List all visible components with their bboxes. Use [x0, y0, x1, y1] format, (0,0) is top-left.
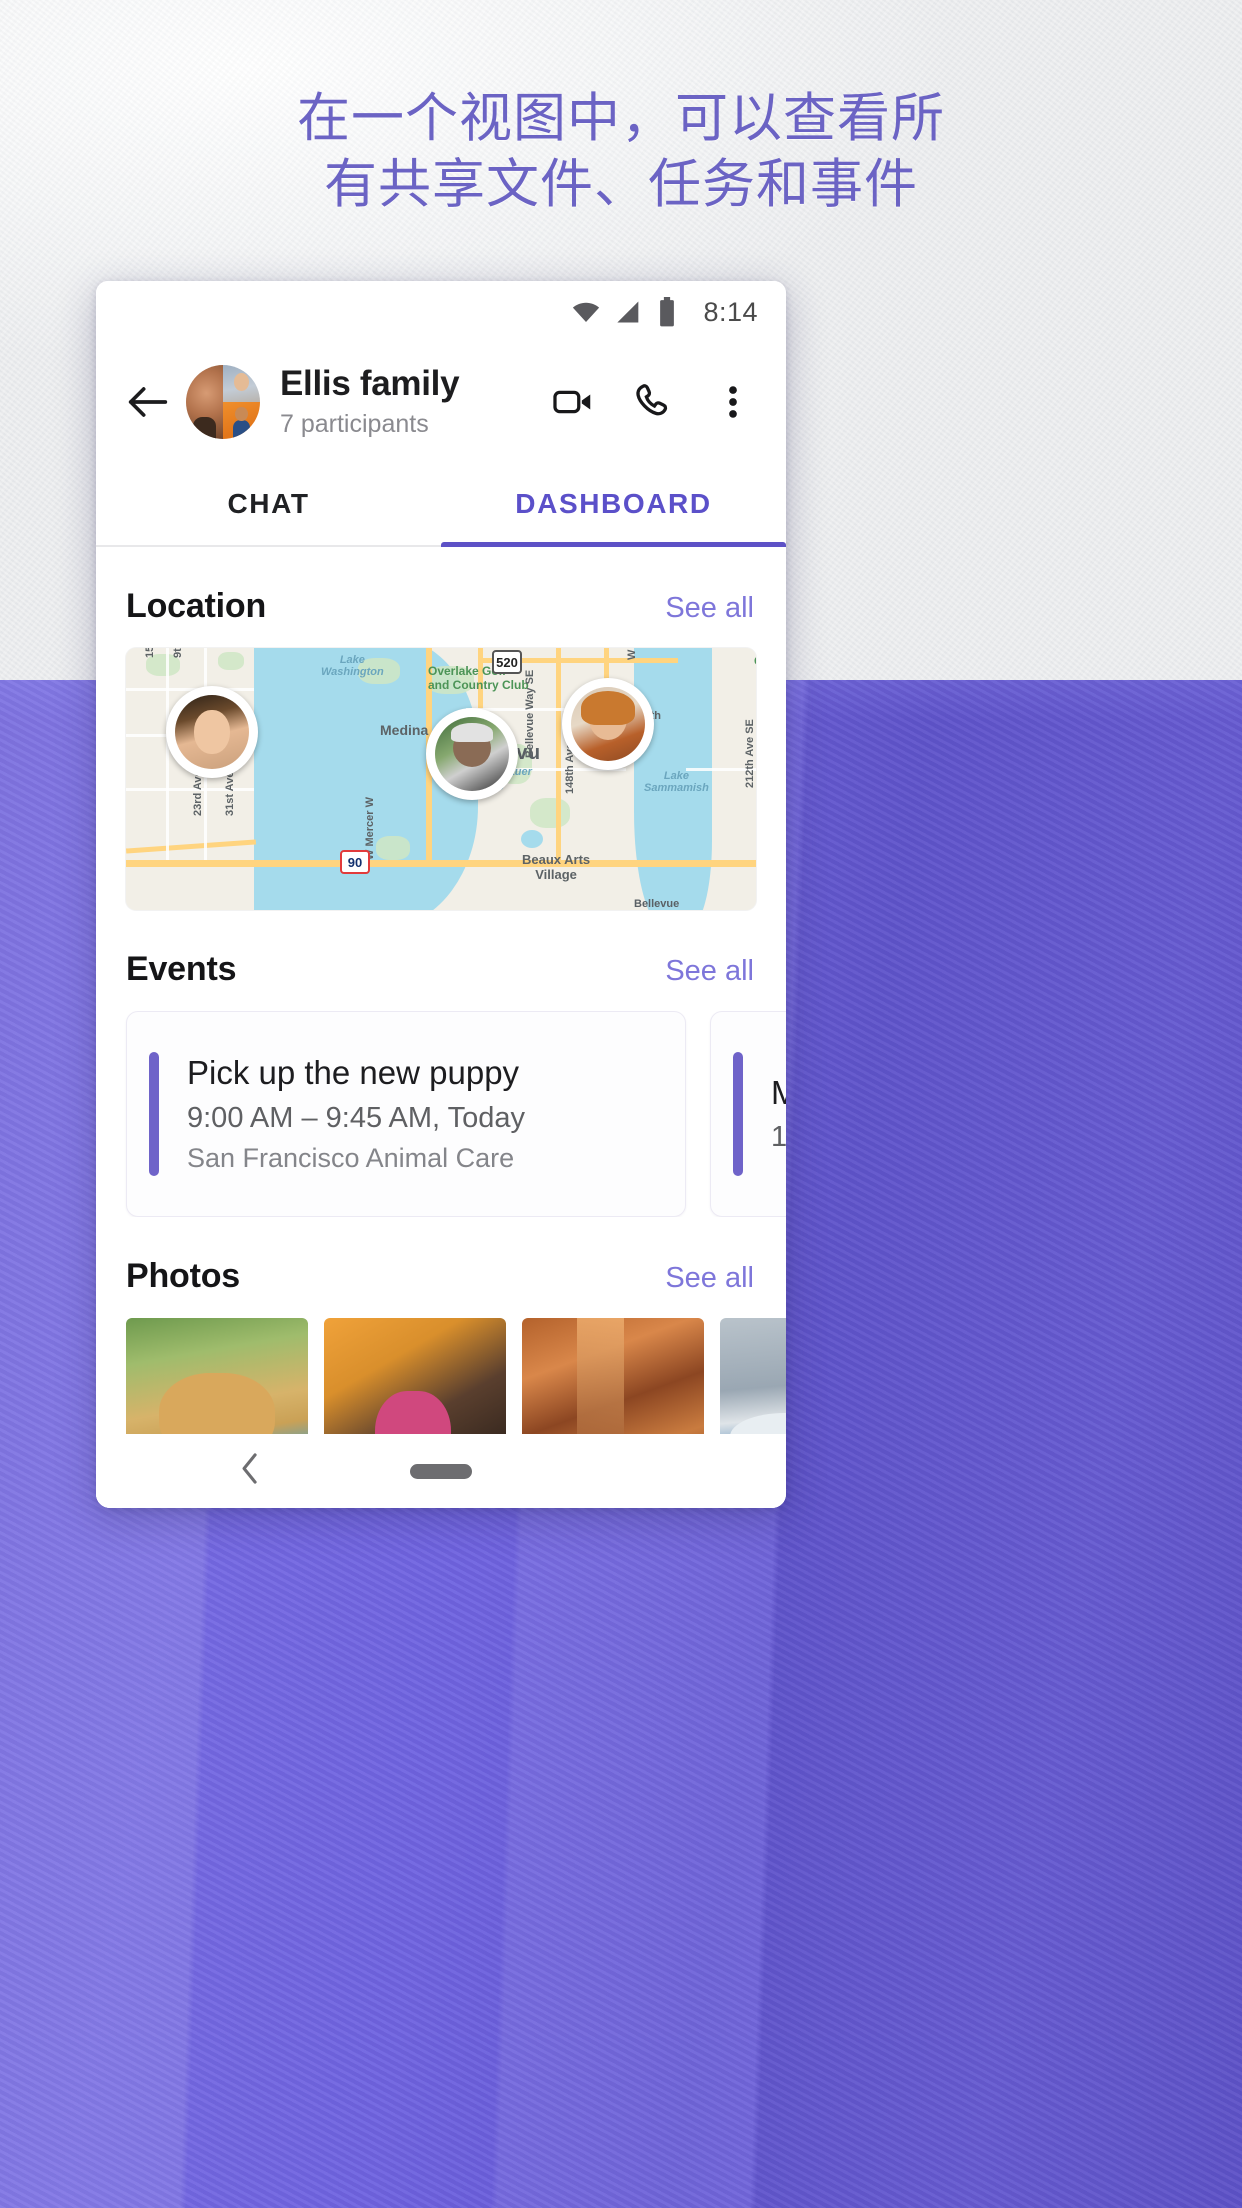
events-see-all-link[interactable]: See all	[665, 955, 754, 988]
avatar-part-2	[223, 365, 260, 402]
avatar[interactable]	[186, 365, 260, 439]
map-water-small-pond	[521, 830, 543, 848]
nav-back-chevron-icon[interactable]	[236, 1452, 264, 1491]
location-title: Location	[126, 587, 267, 625]
phone-icon[interactable]	[630, 379, 676, 425]
map-highway-shield-90: 90	[340, 850, 370, 874]
event-location: San Francisco Animal Care	[187, 1142, 515, 1173]
avatar-part-3	[223, 402, 260, 439]
phone-screenshot: 8:14 Ellis family 7 participants CHAT DA…	[96, 281, 786, 1508]
photos-title: Photos	[126, 1257, 241, 1295]
participants-count: 7 participants	[280, 409, 429, 438]
avatar-part-1	[186, 365, 223, 439]
map-label-lake-washington: Lake Washington	[321, 654, 384, 678]
page-title: Ellis family	[280, 364, 460, 404]
tab-dashboard[interactable]: DASHBOARD	[441, 461, 786, 547]
event-card[interactable]: Pick up the new puppy 9:00 AM – 9:45 AM,…	[126, 1011, 686, 1217]
promo-headline: 在一个视图中，可以查看所 有共享文件、任务和事件	[0, 86, 1242, 217]
member-pin-2-photo	[435, 717, 509, 791]
promo-headline-line-2: 有共享文件、任务和事件	[324, 154, 918, 214]
dashboard-content: Location See all Lake Washington Medina …	[96, 547, 786, 1508]
map-label-lake-sammamish: Lake Sammamish	[644, 770, 709, 794]
status-bar: 8:14	[96, 281, 786, 343]
member-pin-2[interactable]	[426, 708, 518, 800]
photos-see-all-link[interactable]: See all	[665, 1262, 754, 1295]
status-bar-clock: 8:14	[703, 296, 758, 327]
map-label-w-lake-sammamish: W Lake Samm	[626, 648, 638, 660]
member-pin-1-photo	[175, 695, 249, 769]
tab-bar: CHAT DASHBOARD	[96, 461, 786, 547]
event-title: M	[771, 1073, 786, 1111]
back-arrow-icon[interactable]	[122, 376, 174, 428]
header-actions	[550, 379, 764, 425]
android-nav-bar	[96, 1434, 786, 1508]
nav-home-pill[interactable]	[410, 1463, 472, 1479]
event-time: 12	[771, 1121, 786, 1154]
member-pin-3[interactable]	[562, 678, 654, 770]
map-road-i90	[126, 860, 756, 867]
events-section-header: Events See all	[96, 910, 786, 1011]
tab-active-indicator	[441, 542, 786, 547]
map-label-country: Country	[754, 654, 756, 668]
promo-headline-line-1: 在一个视图中，可以查看所	[297, 89, 945, 148]
map-label-medina: Medina	[380, 722, 429, 738]
member-pin-1[interactable]	[166, 686, 258, 778]
events-title: Events	[126, 950, 237, 988]
map-highway-shield-520: 520	[492, 650, 522, 674]
event-accent-bar	[733, 1052, 743, 1176]
photos-section-header: Photos See all	[96, 1217, 786, 1318]
map-label-212th-ave-se: 212th Ave SE	[744, 719, 756, 788]
chat-title-block[interactable]: Ellis family 7 participants	[280, 365, 550, 439]
events-carousel[interactable]: Pick up the new puppy 9:00 AM – 9:45 AM,…	[96, 1011, 786, 1217]
wifi-icon	[571, 297, 601, 327]
member-pin-3-photo	[571, 687, 645, 761]
location-map[interactable]: LakeWashington Medina Bellevu Meydenbaue…	[126, 648, 756, 910]
event-title: Pick up the new puppy	[187, 1054, 520, 1092]
map-label-beaux-arts-village: Beaux Arts Village	[522, 852, 591, 882]
more-vertical-icon[interactable]	[710, 379, 756, 425]
location-see-all-link[interactable]: See all	[665, 592, 754, 625]
location-section-header: Location See all	[96, 547, 786, 648]
battery-icon	[657, 297, 677, 327]
event-time: 9:00 AM – 9:45 AM, Today	[187, 1101, 526, 1134]
event-accent-bar	[149, 1052, 159, 1176]
chat-header: Ellis family 7 participants	[96, 343, 786, 461]
video-camera-icon[interactable]	[550, 379, 596, 425]
map-label-15th-ave-e: 15th Ave E	[144, 648, 156, 658]
map-label-bellevue-small: Bellevue	[634, 898, 680, 910]
cellular-signal-icon	[615, 298, 643, 326]
tab-chat[interactable]: CHAT	[96, 461, 441, 547]
map-label-9th-ave-e: 9th Ave E	[172, 648, 184, 658]
event-card[interactable]: M 12	[710, 1011, 786, 1217]
map-label-bellevue-way-se: Bellevue Way SE	[524, 669, 536, 758]
